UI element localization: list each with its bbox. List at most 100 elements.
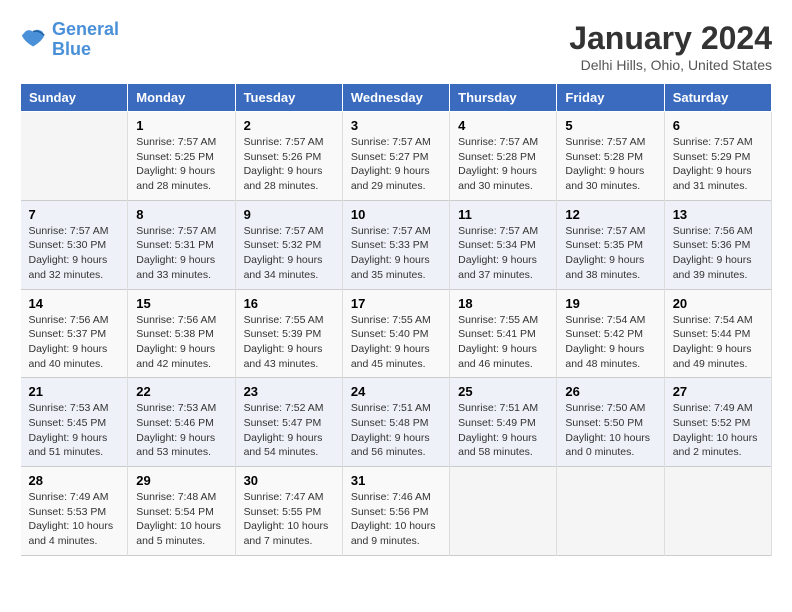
calendar-cell: 26 Sunrise: 7:50 AMSunset: 5:50 PMDayligh… bbox=[557, 378, 664, 467]
day-number: 19 bbox=[565, 296, 655, 311]
day-number: 8 bbox=[136, 207, 226, 222]
day-info: Sunrise: 7:47 AMSunset: 5:55 PMDaylight:… bbox=[244, 490, 334, 549]
header-day-saturday: Saturday bbox=[664, 84, 771, 112]
day-info: Sunrise: 7:57 AMSunset: 5:26 PMDaylight:… bbox=[244, 135, 334, 194]
day-info: Sunrise: 7:49 AMSunset: 5:53 PMDaylight:… bbox=[29, 490, 120, 549]
calendar-cell: 1Sunrise: 7:57 AMSunset: 5:25 PMDaylight… bbox=[128, 112, 235, 201]
day-number: 26 bbox=[565, 384, 655, 399]
day-number: 14 bbox=[29, 296, 120, 311]
day-info: Sunrise: 7:56 AMSunset: 5:36 PMDaylight:… bbox=[673, 224, 763, 283]
calendar-table: SundayMondayTuesdayWednesdayThursdayFrid… bbox=[20, 83, 772, 556]
calendar-cell: 30 Sunrise: 7:47 AMSunset: 5:55 PMDayligh… bbox=[235, 467, 342, 556]
day-info: Sunrise: 7:46 AMSunset: 5:56 PMDaylight:… bbox=[351, 490, 441, 549]
day-number: 31 bbox=[351, 473, 441, 488]
calendar-cell: 5 Sunrise: 7:57 AMSunset: 5:28 PMDaylight… bbox=[557, 112, 664, 201]
day-number: 22 bbox=[136, 384, 226, 399]
day-info: Sunrise: 7:57 AMSunset: 5:31 PMDaylight:… bbox=[136, 224, 226, 283]
day-info: Sunrise: 7:57 AMSunset: 5:28 PMDaylight:… bbox=[565, 135, 655, 194]
day-info: Sunrise: 7:57 AMSunset: 5:34 PMDaylight:… bbox=[458, 224, 548, 283]
calendar-cell: 23Sunrise: 7:52 AMSunset: 5:47 PMDayligh… bbox=[235, 378, 342, 467]
calendar-cell: 14 Sunrise: 7:56 AMSunset: 5:37 PMDayligh… bbox=[21, 289, 128, 378]
calendar-cell: 28 Sunrise: 7:49 AMSunset: 5:53 PMDayligh… bbox=[21, 467, 128, 556]
day-info: Sunrise: 7:50 AMSunset: 5:50 PMDaylight:… bbox=[565, 401, 655, 460]
calendar-cell: 7 Sunrise: 7:57 AMSunset: 5:30 PMDaylight… bbox=[21, 200, 128, 289]
day-info: Sunrise: 7:55 AMSunset: 5:40 PMDaylight:… bbox=[351, 313, 441, 372]
calendar-cell: 8 Sunrise: 7:57 AMSunset: 5:31 PMDaylight… bbox=[128, 200, 235, 289]
calendar-cell: 13 Sunrise: 7:56 AMSunset: 5:36 PMDayligh… bbox=[664, 200, 771, 289]
day-info: Sunrise: 7:51 AMSunset: 5:48 PMDaylight:… bbox=[351, 401, 441, 460]
title-block: January 2024 Delhi Hills, Ohio, United S… bbox=[569, 20, 772, 73]
day-number: 12 bbox=[565, 207, 655, 222]
calendar-cell: 9Sunrise: 7:57 AMSunset: 5:32 PMDaylight… bbox=[235, 200, 342, 289]
page-header: General Blue January 2024 Delhi Hills, O… bbox=[20, 20, 772, 73]
day-info: Sunrise: 7:56 AMSunset: 5:37 PMDaylight:… bbox=[29, 313, 120, 372]
calendar-cell: 4 Sunrise: 7:57 AMSunset: 5:28 PMDaylight… bbox=[450, 112, 557, 201]
calendar-cell: 12 Sunrise: 7:57 AMSunset: 5:35 PMDayligh… bbox=[557, 200, 664, 289]
calendar-cell: 22 Sunrise: 7:53 AMSunset: 5:46 PMDayligh… bbox=[128, 378, 235, 467]
day-info: Sunrise: 7:57 AMSunset: 5:33 PMDaylight:… bbox=[351, 224, 441, 283]
header-day-wednesday: Wednesday bbox=[342, 84, 449, 112]
day-number: 6 bbox=[673, 118, 763, 133]
month-title: January 2024 bbox=[569, 20, 772, 57]
calendar-cell: 27Sunrise: 7:49 AMSunset: 5:52 PMDayligh… bbox=[664, 378, 771, 467]
day-info: Sunrise: 7:48 AMSunset: 5:54 PMDaylight:… bbox=[136, 490, 226, 549]
day-info: Sunrise: 7:55 AMSunset: 5:41 PMDaylight:… bbox=[458, 313, 548, 372]
calendar-week-row: 7 Sunrise: 7:57 AMSunset: 5:30 PMDaylight… bbox=[21, 200, 772, 289]
calendar-cell: 19 Sunrise: 7:54 AMSunset: 5:42 PMDayligh… bbox=[557, 289, 664, 378]
calendar-cell: 17 Sunrise: 7:55 AMSunset: 5:40 PMDayligh… bbox=[342, 289, 449, 378]
day-number: 27 bbox=[673, 384, 763, 399]
day-info: Sunrise: 7:55 AMSunset: 5:39 PMDaylight:… bbox=[244, 313, 334, 372]
day-number: 5 bbox=[565, 118, 655, 133]
calendar-cell: 6 Sunrise: 7:57 AMSunset: 5:29 PMDaylight… bbox=[664, 112, 771, 201]
header-day-thursday: Thursday bbox=[450, 84, 557, 112]
calendar-week-row: 1Sunrise: 7:57 AMSunset: 5:25 PMDaylight… bbox=[21, 112, 772, 201]
day-info: Sunrise: 7:57 AMSunset: 5:27 PMDaylight:… bbox=[351, 135, 441, 194]
day-info: Sunrise: 7:52 AMSunset: 5:47 PMDaylight:… bbox=[244, 401, 334, 460]
day-number: 3 bbox=[351, 118, 441, 133]
calendar-cell bbox=[21, 112, 128, 201]
calendar-cell bbox=[664, 467, 771, 556]
day-number: 2 bbox=[244, 118, 334, 133]
header-day-sunday: Sunday bbox=[21, 84, 128, 112]
day-info: Sunrise: 7:54 AMSunset: 5:44 PMDaylight:… bbox=[673, 313, 763, 372]
header-day-friday: Friday bbox=[557, 84, 664, 112]
day-number: 24 bbox=[351, 384, 441, 399]
day-info: Sunrise: 7:51 AMSunset: 5:49 PMDaylight:… bbox=[458, 401, 548, 460]
day-info: Sunrise: 7:53 AMSunset: 5:45 PMDaylight:… bbox=[29, 401, 120, 460]
day-number: 9 bbox=[244, 207, 334, 222]
calendar-cell: 20 Sunrise: 7:54 AMSunset: 5:44 PMDayligh… bbox=[664, 289, 771, 378]
day-info: Sunrise: 7:53 AMSunset: 5:46 PMDaylight:… bbox=[136, 401, 226, 460]
day-info: Sunrise: 7:54 AMSunset: 5:42 PMDaylight:… bbox=[565, 313, 655, 372]
calendar-cell: 25Sunrise: 7:51 AMSunset: 5:49 PMDayligh… bbox=[450, 378, 557, 467]
calendar-cell: 29Sunrise: 7:48 AMSunset: 5:54 PMDayligh… bbox=[128, 467, 235, 556]
day-info: Sunrise: 7:56 AMSunset: 5:38 PMDaylight:… bbox=[136, 313, 226, 372]
day-number: 18 bbox=[458, 296, 548, 311]
day-info: Sunrise: 7:57 AMSunset: 5:35 PMDaylight:… bbox=[565, 224, 655, 283]
day-info: Sunrise: 7:57 AMSunset: 5:29 PMDaylight:… bbox=[673, 135, 763, 194]
header-day-tuesday: Tuesday bbox=[235, 84, 342, 112]
calendar-cell: 3 Sunrise: 7:57 AMSunset: 5:27 PMDaylight… bbox=[342, 112, 449, 201]
day-number: 1 bbox=[136, 118, 226, 133]
day-number: 21 bbox=[29, 384, 120, 399]
day-info: Sunrise: 7:57 AMSunset: 5:30 PMDaylight:… bbox=[29, 224, 120, 283]
logo-text: General Blue bbox=[52, 20, 119, 60]
calendar-cell: 15 Sunrise: 7:56 AMSunset: 5:38 PMDayligh… bbox=[128, 289, 235, 378]
day-number: 16 bbox=[244, 296, 334, 311]
day-number: 15 bbox=[136, 296, 226, 311]
calendar-cell: 31 Sunrise: 7:46 AMSunset: 5:56 PMDayligh… bbox=[342, 467, 449, 556]
day-number: 30 bbox=[244, 473, 334, 488]
day-info: Sunrise: 7:57 AMSunset: 5:28 PMDaylight:… bbox=[458, 135, 548, 194]
day-number: 13 bbox=[673, 207, 763, 222]
calendar-cell bbox=[557, 467, 664, 556]
calendar-week-row: 21 Sunrise: 7:53 AMSunset: 5:45 PMDayligh… bbox=[21, 378, 772, 467]
calendar-cell: 24 Sunrise: 7:51 AMSunset: 5:48 PMDayligh… bbox=[342, 378, 449, 467]
day-number: 20 bbox=[673, 296, 763, 311]
day-number: 4 bbox=[458, 118, 548, 133]
day-number: 28 bbox=[29, 473, 120, 488]
day-number: 7 bbox=[29, 207, 120, 222]
day-number: 10 bbox=[351, 207, 441, 222]
logo-icon bbox=[20, 26, 48, 54]
calendar-cell bbox=[450, 467, 557, 556]
calendar-cell: 18 Sunrise: 7:55 AMSunset: 5:41 PMDayligh… bbox=[450, 289, 557, 378]
day-number: 17 bbox=[351, 296, 441, 311]
